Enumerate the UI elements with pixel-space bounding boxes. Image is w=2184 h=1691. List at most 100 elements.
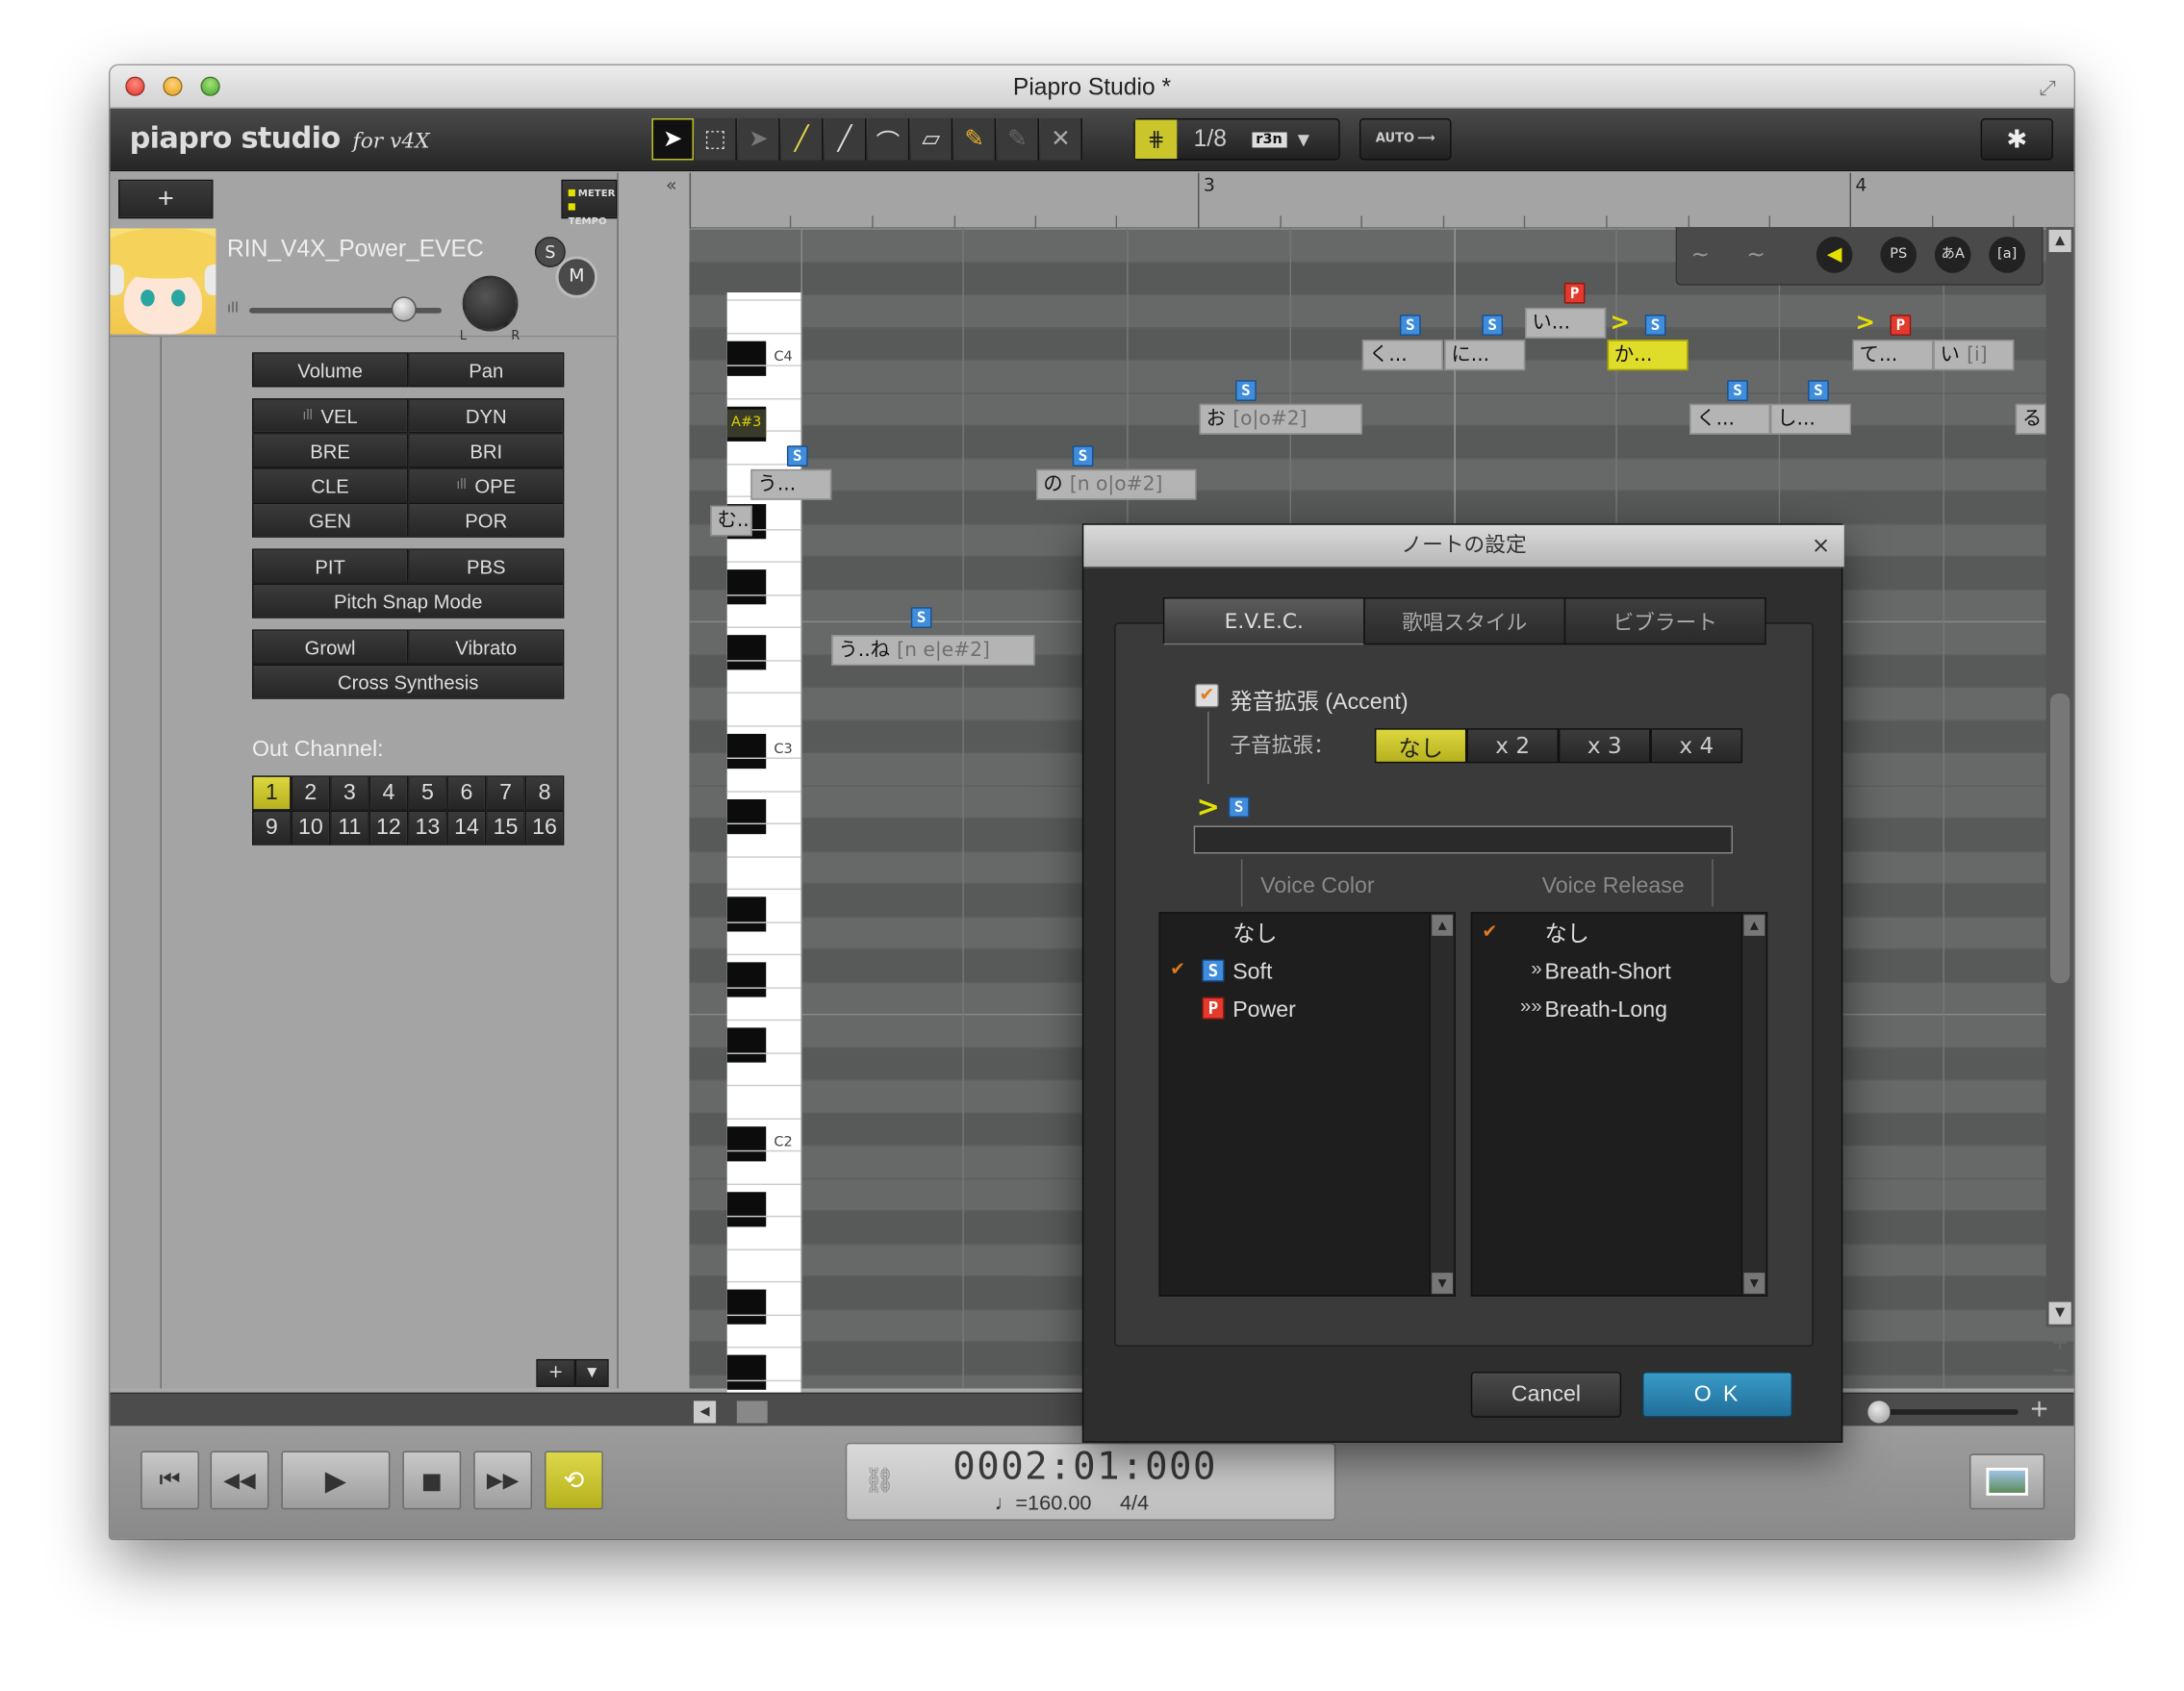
dialog-close-button[interactable]: × xyxy=(1812,525,1830,566)
speaker-icon[interactable]: ◀ xyxy=(1816,237,1853,273)
horizontal-zoom-knob[interactable] xyxy=(1867,1401,1891,1424)
zoom-out-v-icon[interactable]: − xyxy=(2049,1358,2071,1381)
line-tool-button[interactable]: ╱ xyxy=(825,118,867,161)
consonant-option-x4[interactable]: x 4 xyxy=(1650,728,1743,764)
black-key[interactable] xyxy=(726,504,767,540)
pan-knob[interactable] xyxy=(462,275,519,332)
fast-forward-button[interactable]: ▶▶ xyxy=(473,1451,533,1510)
dialog.voice_color-item[interactable]: P Power xyxy=(1160,993,1425,1029)
black-key[interactable] xyxy=(726,1289,767,1325)
consonant-option-x2[interactable]: x 2 xyxy=(1466,728,1559,764)
dyn-param-button[interactable]: DYN xyxy=(408,398,565,434)
auto-button[interactable]: AUTO ⟶ xyxy=(1359,118,1452,161)
black-key[interactable] xyxy=(726,1354,767,1390)
pitch-curve-icon[interactable]: ∼ xyxy=(1691,240,1710,267)
por-param-button[interactable]: POR xyxy=(408,502,565,538)
add-track-button[interactable]: + xyxy=(118,179,214,219)
piano-keyboard[interactable]: C4 A#3 C3 C2 xyxy=(726,292,801,1452)
black-key[interactable] xyxy=(726,962,767,997)
delete-tool-button[interactable]: ✕ xyxy=(1040,118,1082,161)
play-button[interactable]: ▶ xyxy=(281,1451,391,1510)
bre-param-button[interactable]: BRE xyxy=(252,433,409,468)
dialog.voice_release-item[interactable]: »» Breath-Long xyxy=(1472,993,1737,1029)
dialog.voice_color-item[interactable]: なし xyxy=(1160,918,1425,954)
voice-release-scrollbar[interactable]: ▲ ▼ xyxy=(1740,913,1766,1296)
settings-button[interactable]: ✱ xyxy=(1980,118,2053,161)
disabled-pen-tool-button[interactable]: ✎ xyxy=(997,118,1039,161)
growl-param-button[interactable]: Growl xyxy=(252,629,409,665)
out-channel-11-button[interactable]: 11 xyxy=(330,810,369,846)
out-channel-16-button[interactable]: 16 xyxy=(524,810,565,846)
out-channel-8-button[interactable]: 8 xyxy=(524,775,565,811)
grab-tool-button[interactable]: ➤ xyxy=(738,118,780,161)
volume-param-button[interactable]: Volume xyxy=(252,352,409,388)
mute-button[interactable]: M xyxy=(555,256,598,298)
voice-color-list[interactable]: なし ✔ S Soft P Power ▲ ▼ xyxy=(1158,912,1456,1297)
singer-avatar[interactable] xyxy=(110,228,216,335)
ope-param-button[interactable]: ıll OPE xyxy=(408,467,565,503)
out-channel-6-button[interactable]: 6 xyxy=(446,775,487,811)
out-channel-9-button[interactable]: 9 xyxy=(252,810,292,846)
black-key[interactable] xyxy=(726,1027,767,1063)
go-to-start-button[interactable]: ⏮ xyxy=(140,1451,200,1510)
black-key[interactable] xyxy=(726,569,767,605)
voice-release-list[interactable]: ✔ なし» Breath-Short»» Breath-Long ▲ ▼ xyxy=(1470,912,1768,1297)
black-key[interactable] xyxy=(726,635,767,670)
lyric-display-icon[interactable]: あA xyxy=(1934,237,1971,273)
chevron-down-icon[interactable]: ▼ xyxy=(1298,130,1309,148)
evec-display-icon[interactable]: PS xyxy=(1880,237,1917,273)
out-channel-5-button[interactable]: 5 xyxy=(408,775,447,811)
black-key[interactable] xyxy=(726,1192,767,1227)
loop-button[interactable]: ⟲ xyxy=(545,1451,603,1510)
rewind-button[interactable]: ◀◀ xyxy=(210,1451,269,1510)
cle-param-button[interactable]: CLE xyxy=(252,467,409,503)
select-tool-button[interactable]: ⬚ xyxy=(695,118,737,161)
pencil-tool-button[interactable]: ╱ xyxy=(781,118,824,161)
scroll-up-icon[interactable]: ▲ xyxy=(1432,915,1453,936)
out-channel-3-button[interactable]: 3 xyxy=(330,775,369,811)
marker-tool-button[interactable]: ✎ xyxy=(953,118,997,161)
zoom-in-h-icon[interactable]: + xyxy=(2029,1396,2049,1424)
timeline-ruler[interactable]: 3 4 xyxy=(689,172,2074,229)
phoneme-display-icon[interactable]: [a] xyxy=(1989,237,2025,273)
black-key[interactable] xyxy=(726,1126,767,1162)
vel-param-button[interactable]: ıll VEL xyxy=(252,398,409,434)
pbs-param-button[interactable]: PBS xyxy=(408,548,565,584)
fullscreen-icon[interactable]: ⤢ xyxy=(2035,75,2060,100)
tab-vibrato[interactable]: ビブラート xyxy=(1563,597,1766,645)
out-channel-1-button[interactable]: 1 xyxy=(252,775,292,811)
scroll-down-icon[interactable]: ▼ xyxy=(1743,1273,1765,1294)
mixer-view-button[interactable] xyxy=(1969,1453,2045,1510)
tab-singing-style[interactable]: 歌唱スタイル xyxy=(1363,597,1566,645)
out-channel-13-button[interactable]: 13 xyxy=(408,810,447,846)
scroll-down-icon[interactable]: ▼ xyxy=(1432,1273,1453,1294)
collapse-panel-icon[interactable]: « xyxy=(666,175,677,196)
out-channel-15-button[interactable]: 15 xyxy=(486,810,525,846)
curve-tool-button[interactable]: ⌒ xyxy=(867,118,910,161)
dialog.voice_color-item[interactable]: ✔ S Soft xyxy=(1160,955,1425,992)
vibrato-param-button[interactable]: Vibrato xyxy=(408,629,565,665)
bri-param-button[interactable]: BRI xyxy=(408,433,565,468)
gen-param-button[interactable]: GEN xyxy=(252,502,409,538)
scroll-up-icon[interactable]: ▲ xyxy=(2048,229,2071,253)
voice-color-scrollbar[interactable]: ▲ ▼ xyxy=(1429,913,1455,1296)
consonant-option-none[interactable]: なし xyxy=(1374,728,1467,764)
accent-checkbox[interactable]: ✔ xyxy=(1195,683,1219,708)
out-channel-2-button[interactable]: 2 xyxy=(291,775,331,811)
horizontal-zoom-slider[interactable] xyxy=(1867,1401,2019,1424)
pitch-snap-icon[interactable]: ∼ xyxy=(1746,240,1765,267)
meter-tempo-button[interactable]: METER TEMPO xyxy=(561,179,618,227)
pitch-snap-mode-button[interactable]: Pitch Snap Mode xyxy=(252,583,565,618)
add-param-button[interactable]: + xyxy=(536,1358,575,1387)
scroll-down-icon[interactable]: ▼ xyxy=(2048,1301,2071,1325)
vertical-scrollbar[interactable]: ▲ ▼ xyxy=(2045,226,2074,1327)
volume-slider-knob[interactable] xyxy=(391,296,417,322)
out-channel-14-button[interactable]: 14 xyxy=(446,810,487,846)
black-key[interactable] xyxy=(726,798,767,835)
vertical-scroll-thumb[interactable] xyxy=(2050,693,2070,984)
pit-param-button[interactable]: PIT xyxy=(252,548,409,584)
pan-param-button[interactable]: Pan xyxy=(408,352,565,388)
stop-button[interactable]: ■ xyxy=(402,1451,462,1510)
quantize-control[interactable]: ⋕ 1/8 r3n ▼ xyxy=(1133,118,1340,161)
zoom-in-v-icon[interactable]: + xyxy=(2049,1330,2071,1353)
